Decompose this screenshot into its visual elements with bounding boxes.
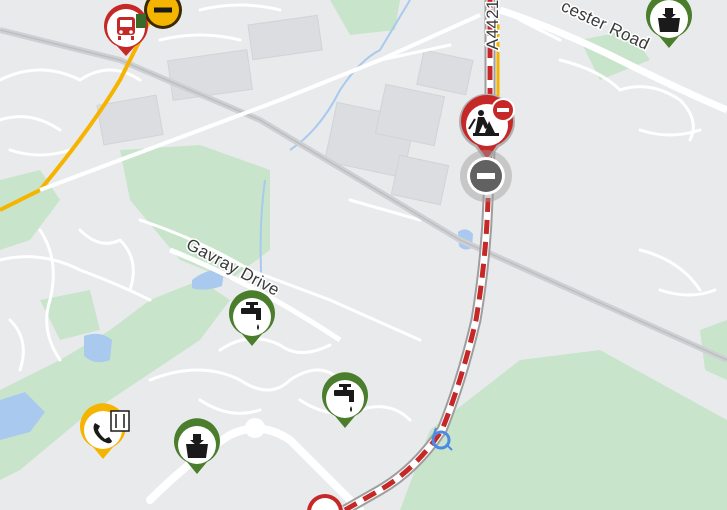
road-closed-marker[interactable] xyxy=(460,150,512,202)
a4421-label: A4421 xyxy=(483,0,502,50)
small-green-badge xyxy=(136,14,146,28)
no-entry-icon xyxy=(477,173,495,179)
map-svg[interactable]: Gavray Drive A4421 cester Road xyxy=(0,0,727,510)
map-canvas[interactable]: Gavray Drive A4421 cester Road xyxy=(0,0,727,510)
no-entry-icon xyxy=(154,7,172,13)
